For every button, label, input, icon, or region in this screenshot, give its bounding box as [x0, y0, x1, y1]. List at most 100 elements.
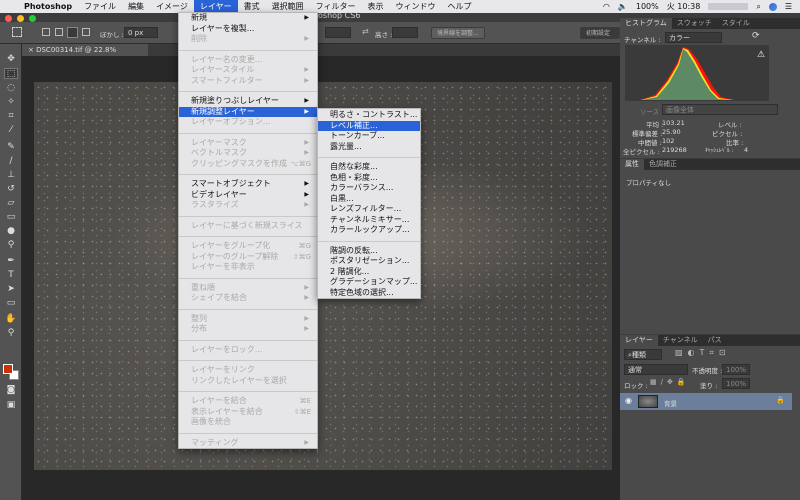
menu-item[interactable]: 特定色域の選択... — [318, 288, 420, 299]
crop-tool-icon[interactable]: ⌗ — [4, 111, 18, 122]
new-adjustment-layer-submenu: 明るさ・コントラスト... レベル補正... トーンカーブ... 露光量... 自然な彩… — [317, 108, 421, 299]
stamp-tool-icon[interactable]: ⊥ — [4, 170, 18, 181]
history-brush-tool-icon[interactable]: ↺ — [4, 184, 18, 195]
intersect-selection-icon[interactable] — [82, 28, 90, 36]
channel-select[interactable]: カラー — [665, 32, 722, 43]
dodge-tool-icon[interactable]: ⚲ — [4, 240, 18, 251]
menu-item[interactable]: グラデーションマップ... — [318, 277, 420, 288]
menu-item[interactable]: 明るさ・コントラスト... — [318, 110, 420, 121]
healing-brush-tool-icon[interactable]: ✎ — [4, 142, 18, 153]
menu-item[interactable]: トーンカーブ... — [318, 131, 420, 142]
tab-layers[interactable]: レイヤー — [620, 335, 658, 346]
subtract-selection-icon[interactable] — [67, 27, 78, 38]
menu-item[interactable]: 階調の反転... — [318, 246, 420, 257]
brush-tool-icon[interactable]: ∕ — [4, 156, 18, 167]
tab-paths[interactable]: パス — [703, 335, 727, 346]
blend-mode-select[interactable]: 通常 — [624, 364, 688, 375]
move-tool-icon[interactable]: ✥ — [4, 54, 18, 65]
marquee-tool-icon[interactable]: ⬚ — [4, 68, 18, 79]
spotlight-icon[interactable]: ⌕ — [756, 2, 760, 12]
lock-icons[interactable]: ▦∕✥🔒 — [650, 378, 690, 386]
volume-icon[interactable]: 🔈 — [618, 2, 628, 11]
pen-tool-icon[interactable]: ✒ — [4, 256, 18, 267]
close-window-button[interactable] — [5, 15, 12, 22]
new-selection-icon[interactable] — [42, 28, 50, 36]
layer-filter-icons[interactable]: ▨◐T⌗⊡ — [675, 348, 731, 358]
fill-input[interactable]: 100% — [722, 378, 750, 389]
marquee-preset-icon[interactable] — [12, 27, 22, 37]
close-tab-icon[interactable]: × — [28, 46, 36, 54]
menu-item[interactable]: 新規調整レイヤー ▶ — [179, 106, 317, 117]
visibility-eye-icon[interactable]: ◉ — [625, 396, 632, 405]
add-selection-icon[interactable] — [55, 28, 63, 36]
menu-item[interactable]: 露光量... — [318, 142, 420, 153]
menu-help[interactable]: ヘルプ — [442, 0, 478, 13]
tab-styles[interactable]: スタイル — [717, 18, 755, 29]
lasso-tool-icon[interactable]: ◌ — [4, 83, 18, 94]
menu-item[interactable]: 色相・彩度... — [318, 173, 420, 184]
shape-tool-icon[interactable]: ▭ — [4, 298, 18, 309]
screen-mode-icon[interactable]: ▣ — [4, 400, 18, 411]
menu-edit[interactable]: 編集 — [122, 0, 150, 13]
menu-app[interactable]: Photoshop — [18, 0, 78, 13]
menu-item[interactable]: 新規塗りつぶしレイヤー ▶ — [179, 96, 317, 107]
menu-item[interactable]: ポスタリゼーション... — [318, 256, 420, 267]
menu-item[interactable]: 白黒... — [318, 194, 420, 205]
menu-item[interactable]: レベル補正... — [318, 120, 420, 131]
menu-file[interactable]: ファイル — [78, 0, 122, 13]
swap-icon[interactable]: ⇄ — [362, 27, 369, 36]
tab-properties[interactable]: 属性 — [620, 159, 644, 170]
tab-adjustments[interactable]: 色調補正 — [644, 159, 682, 170]
tab-swatches[interactable]: スウォッチ — [672, 18, 717, 29]
menu-item[interactable]: カラールックアップ... — [318, 225, 420, 236]
menu-view[interactable]: 表示 — [362, 0, 390, 13]
eyedropper-tool-icon[interactable]: ⁄ — [4, 125, 18, 136]
menu-item[interactable]: レンズフィルター... — [318, 204, 420, 215]
fill-label: 塗り : — [700, 382, 718, 390]
width-input[interactable] — [325, 27, 351, 38]
quick-mask-icon[interactable]: ◙ — [4, 385, 18, 396]
hand-tool-icon[interactable]: ✋ — [4, 314, 18, 325]
user-name-blurred[interactable] — [708, 3, 749, 10]
battery-text[interactable]: 100% — [636, 2, 659, 11]
clock[interactable]: 火 10:38 — [667, 1, 701, 12]
wifi-icon[interactable]: ◠ — [603, 2, 610, 11]
tab-channels[interactable]: チャンネル — [658, 335, 703, 346]
eraser-tool-icon[interactable]: ▱ — [4, 198, 18, 209]
zoom-window-button[interactable] — [29, 15, 36, 22]
menu-item[interactable]: 2 階調化... — [318, 267, 420, 278]
type-tool-icon[interactable]: T — [4, 270, 18, 281]
feather-input[interactable]: 0 px — [124, 27, 158, 38]
siri-icon[interactable] — [768, 2, 777, 11]
layer-name[interactable]: 背景 — [664, 398, 677, 408]
menu-item[interactable]: カラーバランス... — [318, 183, 420, 194]
menu-item-label: 自然な彩度... — [330, 162, 378, 171]
gradient-tool-icon[interactable]: ▭ — [4, 212, 18, 223]
path-selection-tool-icon[interactable]: ➤ — [4, 284, 18, 295]
height-input[interactable] — [392, 27, 418, 38]
opacity-input[interactable]: 100% — [722, 364, 750, 375]
document-tab[interactable]: × DSC00314.tif @ 22.8% (RGB/16) * — [22, 44, 148, 66]
workspace-select[interactable]: 初期設定 — [580, 27, 620, 39]
minimize-window-button[interactable] — [17, 15, 24, 22]
menu-item[interactable]: 新規 ▶ — [179, 13, 317, 24]
blur-tool-icon[interactable]: ● — [4, 226, 18, 237]
zoom-tool-icon[interactable]: ⚲ — [4, 328, 18, 339]
refresh-icon[interactable]: ⟳ — [752, 31, 760, 41]
menu-item[interactable]: ビデオレイヤー ▶ — [179, 190, 317, 201]
layer-menu-dropdown: 新規 ▶ レイヤーを複製... 削除 ▶ レイヤー名の変更... レイヤースタイル ▶ スマート… — [178, 12, 318, 449]
layer-filter-select[interactable]: ⌕種類 — [624, 349, 662, 360]
menu-item[interactable]: 自然な彩度... — [318, 162, 420, 173]
notification-icon[interactable]: ☰ — [785, 2, 792, 11]
menu-item[interactable]: レイヤーを複製... — [179, 24, 317, 35]
menu-window[interactable]: ウィンドウ — [390, 0, 442, 13]
menu-item[interactable]: チャンネルミキサー... — [318, 215, 420, 226]
foreground-color-swatch[interactable] — [3, 364, 13, 374]
tab-histogram[interactable]: ヒストグラム — [620, 18, 672, 29]
layer-row[interactable]: ◉ 背景 🔒 — [620, 393, 792, 410]
menu-item[interactable]: スマートオブジェクト ▶ — [179, 179, 317, 190]
menu-item-label: スマートオブジェクト — [191, 179, 271, 188]
magic-wand-tool-icon[interactable]: ✧ — [4, 97, 18, 108]
refine-edge-button[interactable]: 境界線を調整... — [431, 27, 485, 39]
cache-warning-icon[interactable]: ⚠ — [757, 50, 765, 60]
